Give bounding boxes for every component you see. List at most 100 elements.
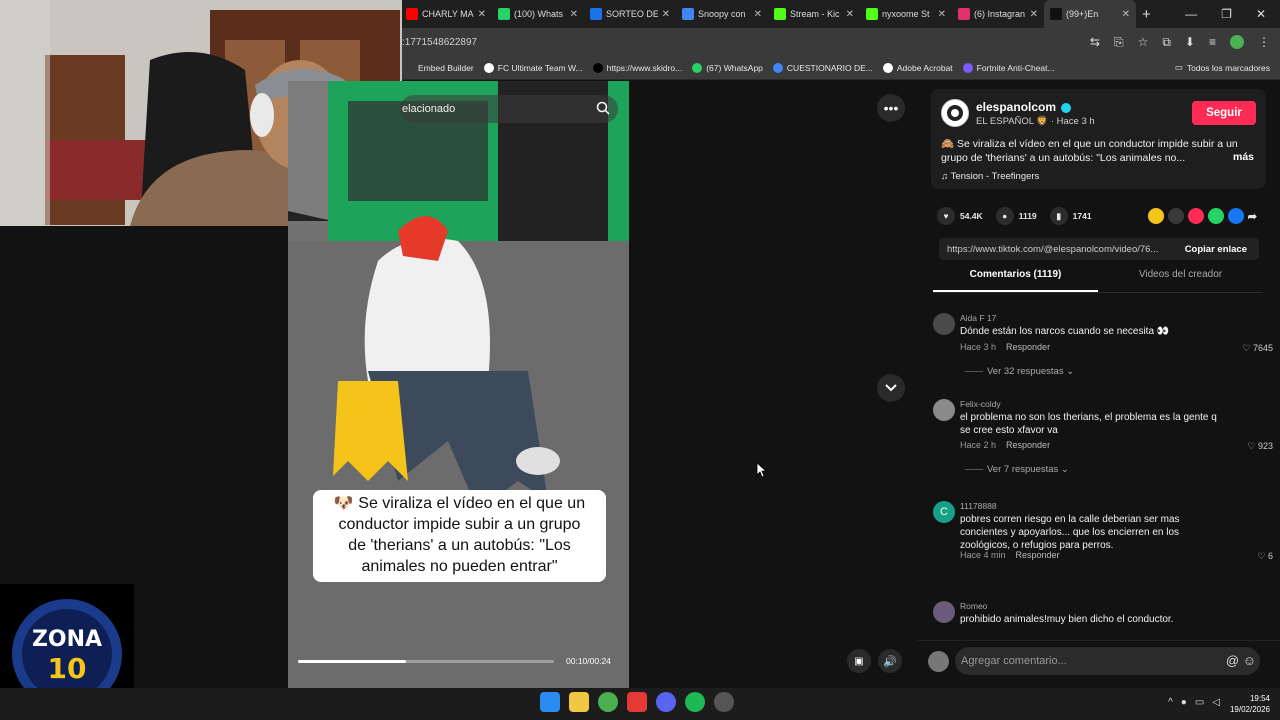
share-icon[interactable]	[1227, 208, 1244, 224]
browser-tab[interactable]: Snoopy con ✕	[676, 0, 768, 28]
comment-input[interactable]: Agregar comentario...	[955, 647, 1260, 675]
view-replies-button[interactable]: Ver 7 respuestas ⌄	[965, 464, 1069, 475]
comment-user[interactable]: Aida F 17	[960, 313, 996, 323]
all-bookmarks[interactable]: ▭ Todos los marcadores	[1175, 62, 1280, 73]
author-avatar[interactable]	[941, 99, 969, 127]
more-options-button[interactable]: •••	[877, 94, 905, 122]
close-icon[interactable]: ✕	[662, 9, 670, 20]
view-replies-button[interactable]: Ver 32 respuestas ⌄	[965, 366, 1074, 377]
new-tab-button[interactable]: +	[1142, 6, 1151, 23]
bookmark-item[interactable]: Embed Builder	[404, 62, 474, 73]
reply-button[interactable]: Responder	[1016, 550, 1060, 560]
close-icon[interactable]: ✕	[1122, 9, 1130, 20]
browser-tab[interactable]: nyxoome St ✕	[860, 0, 952, 28]
comment-time: Hace 3 h	[960, 342, 997, 352]
share-icon[interactable]	[1187, 208, 1204, 224]
display-icon[interactable]: ▭	[1195, 697, 1204, 708]
volume-icon[interactable]: ◁	[1212, 697, 1220, 708]
close-icon[interactable]: ✕	[1030, 9, 1038, 20]
app-icon[interactable]	[714, 692, 734, 712]
extensions-icon[interactable]: ⧉	[1162, 35, 1171, 50]
commenter-avatar[interactable]	[933, 399, 955, 421]
commenter-avatar[interactable]	[933, 313, 955, 335]
bookmark-item[interactable]: CUESTIONARIO DE...	[772, 62, 873, 73]
discord-icon[interactable]	[656, 692, 676, 712]
comment-likes[interactable]: ♡ 6	[1257, 551, 1273, 562]
search-icon[interactable]	[596, 101, 610, 118]
close-window-icon[interactable]: ✕	[1256, 7, 1266, 21]
spotify-icon[interactable]	[685, 692, 705, 712]
share-icon[interactable]	[1147, 208, 1164, 224]
comment-likes[interactable]: ♡ 7645	[1242, 343, 1273, 354]
bookmark-item[interactable]: FC Ultimate Team W...	[483, 62, 583, 73]
chrome-icon[interactable]	[598, 692, 618, 712]
url-field[interactable]: :1771548622897	[400, 37, 477, 48]
user-avatar	[928, 651, 949, 672]
browser-tab[interactable]: (6) Instagran ✕	[952, 0, 1044, 28]
commenter-avatar[interactable]: C	[933, 501, 955, 523]
bookmark-item[interactable]: (67) WhatsApp	[692, 62, 763, 73]
author-name[interactable]: elespanolcom	[976, 100, 1072, 114]
miniplayer-button[interactable]: ▣	[847, 649, 871, 673]
video-link[interactable]: https://www.tiktok.com/@elespanolcom/vid…	[939, 244, 1175, 255]
volume-button[interactable]: 🔊	[878, 649, 902, 673]
clock[interactable]: 19:54 19/02/2026	[1230, 693, 1270, 715]
close-icon[interactable]: ✕	[754, 9, 762, 20]
minimize-icon[interactable]: —	[1185, 7, 1197, 21]
close-icon[interactable]: ✕	[570, 9, 578, 20]
comment-item: Felix-coldy el problema no son los theria…	[933, 399, 1273, 479]
comment-user[interactable]: Romeo	[960, 601, 987, 611]
comment-likes[interactable]: ♡ 923	[1247, 441, 1273, 452]
download-icon[interactable]: ⬇	[1185, 35, 1195, 49]
comment-button[interactable]: ● 1119	[995, 207, 1037, 225]
next-video-button[interactable]	[877, 374, 905, 402]
cast-icon[interactable]: ⎘	[1114, 35, 1124, 50]
bookmark-item[interactable]: https://www.skidro...	[592, 62, 682, 73]
emoji-mention-icons[interactable]: @ ☺	[1226, 653, 1256, 668]
tab-favicon-icon	[498, 8, 510, 20]
bookmark-favicon-icon	[882, 62, 893, 73]
music-link[interactable]: ♫ Tension - Treefingers	[941, 171, 1039, 182]
translate-icon[interactable]: ⇆	[1090, 35, 1100, 49]
copy-link-button[interactable]: Copiar enlace	[1185, 244, 1259, 255]
menu-icon[interactable]: ⋮	[1258, 35, 1270, 49]
reply-button[interactable]: Responder	[1006, 440, 1050, 450]
bookmark-item[interactable]: Adobe Acrobat	[882, 62, 953, 73]
chevron-up-icon[interactable]: ^	[1168, 697, 1173, 708]
browser-tab[interactable]: (99+)En ✕	[1044, 0, 1136, 28]
wps-icon[interactable]	[627, 692, 647, 712]
search-input[interactable]: elacionado	[402, 103, 455, 115]
video-search-bar[interactable]: elacionado	[400, 95, 618, 123]
browser-tab[interactable]: (100) Whats ✕	[492, 0, 584, 28]
close-icon[interactable]: ✕	[478, 9, 486, 20]
share-icon[interactable]	[1167, 208, 1184, 224]
media-icon[interactable]: ≡	[1209, 35, 1216, 49]
like-button[interactable]: ♥ 54.4K	[937, 207, 983, 225]
share-icon[interactable]	[1207, 208, 1224, 224]
comment-user[interactable]: 11178888	[960, 501, 997, 511]
tab-comments[interactable]: Comentarios (1119)	[933, 269, 1098, 292]
browser-tab[interactable]: SORTEO DE ✕	[584, 0, 676, 28]
comment-user[interactable]: Felix-coldy	[960, 399, 1001, 409]
start-icon[interactable]	[540, 692, 560, 712]
follow-button[interactable]: Seguir	[1192, 101, 1256, 125]
tab-creator-videos[interactable]: Videos del creador	[1098, 269, 1263, 292]
mic-icon[interactable]: ●	[1181, 697, 1187, 708]
profile-avatar[interactable]	[1230, 35, 1244, 49]
commenter-avatar[interactable]	[933, 601, 955, 623]
file-explorer-icon[interactable]	[569, 692, 589, 712]
save-button[interactable]: ▮ 1741	[1049, 207, 1092, 225]
close-icon[interactable]: ✕	[846, 9, 854, 20]
reply-button[interactable]: Responder	[1006, 342, 1050, 352]
more-link[interactable]: más	[1233, 151, 1254, 163]
browser-tab[interactable]: CHARLY MA ✕	[400, 0, 492, 28]
browser-tab[interactable]: Stream - Kic ✕	[768, 0, 860, 28]
bookmark-item[interactable]: Fortnite Anti-Cheat...	[962, 62, 1055, 73]
video-progress-bar[interactable]	[298, 660, 554, 663]
bookmark-favicon-icon	[772, 62, 783, 73]
close-icon[interactable]: ✕	[938, 9, 946, 20]
share-arrow-icon[interactable]: ➦	[1248, 210, 1257, 223]
maximize-icon[interactable]: ❐	[1221, 7, 1232, 21]
video-player[interactable]	[288, 81, 629, 688]
star-icon[interactable]: ☆	[1138, 35, 1149, 49]
